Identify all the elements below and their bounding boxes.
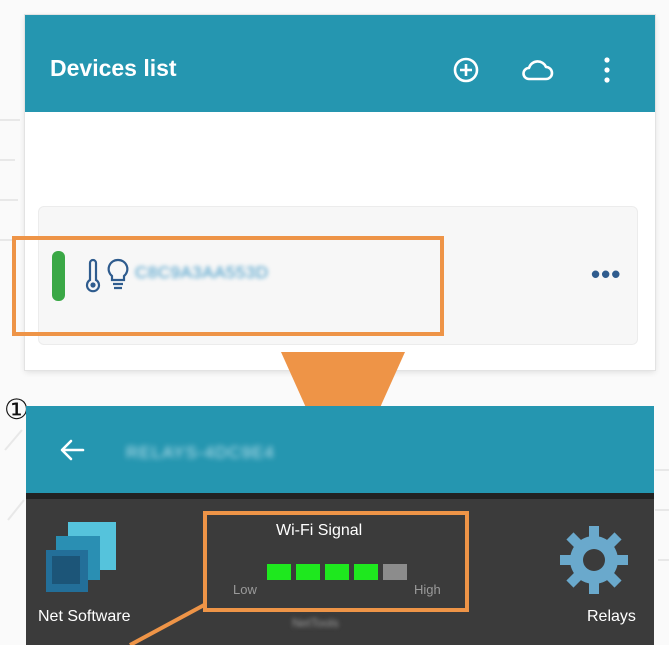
cloud-icon[interactable] xyxy=(520,55,554,85)
app-bar: Devices list xyxy=(25,15,655,112)
more-vert-icon[interactable] xyxy=(600,55,614,85)
net-software-icon[interactable] xyxy=(44,522,118,596)
device-title: RELAYS-4DC9E4 xyxy=(126,443,275,462)
callout-line xyxy=(129,602,207,645)
net-software-label[interactable]: Net Software xyxy=(38,608,130,626)
detail-app-bar: RELAYS-4DC9E4 xyxy=(26,406,654,493)
obscured-tile-label: NetTools xyxy=(292,616,339,630)
device-more-button[interactable]: ••• xyxy=(591,259,621,290)
page-title: Devices list xyxy=(50,55,177,81)
gear-icon[interactable] xyxy=(558,524,630,596)
back-arrow-icon[interactable] xyxy=(59,438,85,462)
divider xyxy=(26,493,654,499)
relays-label[interactable]: Relays xyxy=(587,608,636,626)
wifi-signal-highlight xyxy=(203,511,469,612)
add-circle-icon[interactable] xyxy=(451,55,481,85)
device-row-highlight xyxy=(12,236,444,336)
